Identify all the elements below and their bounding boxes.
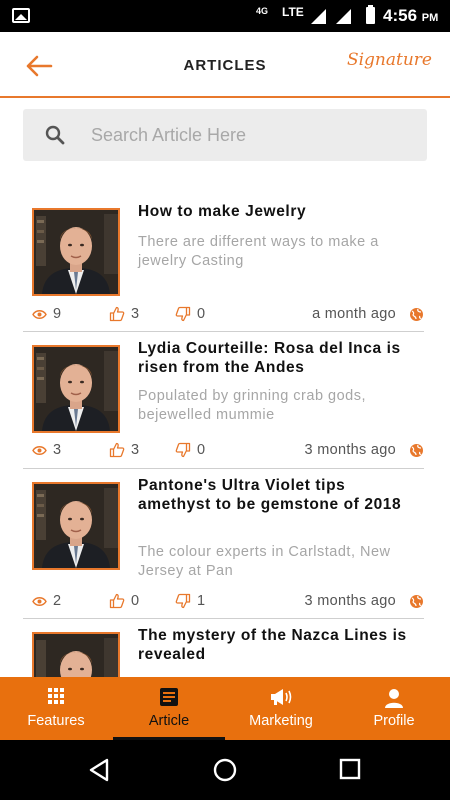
likes-stat[interactable]: 3: [109, 306, 139, 322]
likes-count: 0: [131, 593, 140, 609]
article-card[interactable]: Lydia Courteille: Rosa del Inca is risen…: [0, 332, 450, 469]
globe-icon[interactable]: [409, 307, 424, 322]
nav-features-label: Features: [27, 713, 85, 729]
article-thumbnail: [32, 345, 120, 433]
views-stat: 2: [32, 593, 61, 609]
dislikes-count: 0: [197, 306, 206, 322]
thumbs-down-icon[interactable]: [175, 593, 191, 609]
grid-icon: [48, 688, 64, 704]
search-icon[interactable]: [45, 125, 65, 145]
likes-stat[interactable]: 3: [109, 442, 139, 458]
lte-indicator: LTE: [282, 5, 304, 19]
gallery-notification-icon: [12, 8, 30, 23]
person-icon: [385, 689, 403, 708]
system-navigation-bar: [0, 740, 450, 800]
views-stat: 9: [32, 306, 61, 322]
article-card[interactable]: The mystery of the Nazca Lines is reveal…: [0, 619, 450, 677]
nav-profile-label: Profile: [373, 713, 415, 729]
eye-icon: [32, 596, 47, 606]
megaphone-icon: [271, 689, 292, 705]
thumbs-up-icon[interactable]: [109, 306, 125, 322]
likes-count: 3: [131, 306, 140, 322]
nav-article-label: Article: [148, 713, 190, 729]
article-stats: 3 3 0 3 months ago: [0, 442, 450, 462]
system-home-icon[interactable]: [213, 758, 237, 782]
system-back-icon[interactable]: [88, 758, 110, 782]
article-title[interactable]: How to make Jewelry: [138, 202, 423, 221]
clock: 4:56 PM: [383, 6, 439, 25]
thumbs-up-icon[interactable]: [109, 442, 125, 458]
views-count: 2: [53, 593, 62, 609]
nav-marketing[interactable]: Marketing: [225, 677, 337, 740]
views-stat: 3: [32, 442, 61, 458]
dislikes-count: 1: [197, 593, 206, 609]
article-description: There are different ways to make a jewel…: [138, 234, 379, 269]
app-header: ARTICLES Signature: [0, 32, 450, 98]
article-card[interactable]: How to make Jewelry There are different …: [0, 195, 450, 332]
system-recents-icon[interactable]: [339, 758, 361, 780]
article-description: The colour experts in Carlstadt, New Jer…: [138, 544, 391, 579]
article-list[interactable]: How to make Jewelry There are different …: [0, 195, 450, 677]
dislikes-count: 0: [197, 442, 206, 458]
status-bar: 4G LTE 4:56 PM: [0, 0, 450, 32]
likes-stat[interactable]: 0: [109, 593, 139, 609]
article-thumbnail: [32, 482, 120, 570]
eye-icon: [32, 309, 47, 319]
article-title[interactable]: The mystery of the Nazca Lines is reveal…: [138, 626, 423, 664]
nav-features[interactable]: Features: [0, 677, 112, 740]
globe-icon[interactable]: [409, 594, 424, 609]
article-stats: 2 0 1 3 months ago: [0, 593, 450, 613]
article-age: 3 months ago: [304, 442, 396, 458]
thumbs-down-icon[interactable]: [175, 442, 191, 458]
thumbs-up-icon[interactable]: [109, 593, 125, 609]
nav-marketing-label: Marketing: [249, 713, 313, 729]
thumbs-down-icon[interactable]: [175, 306, 191, 322]
search-input[interactable]: [91, 117, 411, 153]
views-count: 9: [53, 306, 62, 322]
article-description: Populated by grinning crab gods, bejewel…: [138, 388, 367, 423]
bottom-navigation: Features Article Marketing Profile: [0, 677, 450, 740]
dislikes-stat[interactable]: 0: [175, 442, 205, 458]
article-thumbnail: [32, 632, 120, 677]
article-stats: 9 3 0 a month ago: [0, 306, 450, 326]
search-bar: [23, 109, 427, 161]
article-title[interactable]: Lydia Courteille: Rosa del Inca is risen…: [138, 339, 423, 377]
signal-icon-secondary: [336, 9, 351, 24]
article-thumbnail: [32, 208, 120, 296]
signal-icon: [311, 9, 326, 24]
network-type: 4G: [256, 6, 269, 16]
article-age: a month ago: [312, 306, 396, 322]
dislikes-stat[interactable]: 0: [175, 306, 205, 322]
dislikes-stat[interactable]: 1: [175, 593, 205, 609]
article-title[interactable]: Pantone's Ultra Violet tips amethyst to …: [138, 476, 423, 514]
eye-icon: [32, 445, 47, 455]
brand-logo: Signature: [346, 50, 432, 70]
nav-article[interactable]: Article: [113, 677, 225, 740]
likes-count: 3: [131, 442, 140, 458]
nav-profile[interactable]: Profile: [338, 677, 450, 740]
globe-icon[interactable]: [409, 443, 424, 458]
article-age: 3 months ago: [304, 593, 396, 609]
article-card[interactable]: Pantone's Ultra Violet tips amethyst to …: [0, 469, 450, 619]
article-icon: [160, 688, 178, 706]
views-count: 3: [53, 442, 62, 458]
battery-icon: [366, 5, 375, 24]
